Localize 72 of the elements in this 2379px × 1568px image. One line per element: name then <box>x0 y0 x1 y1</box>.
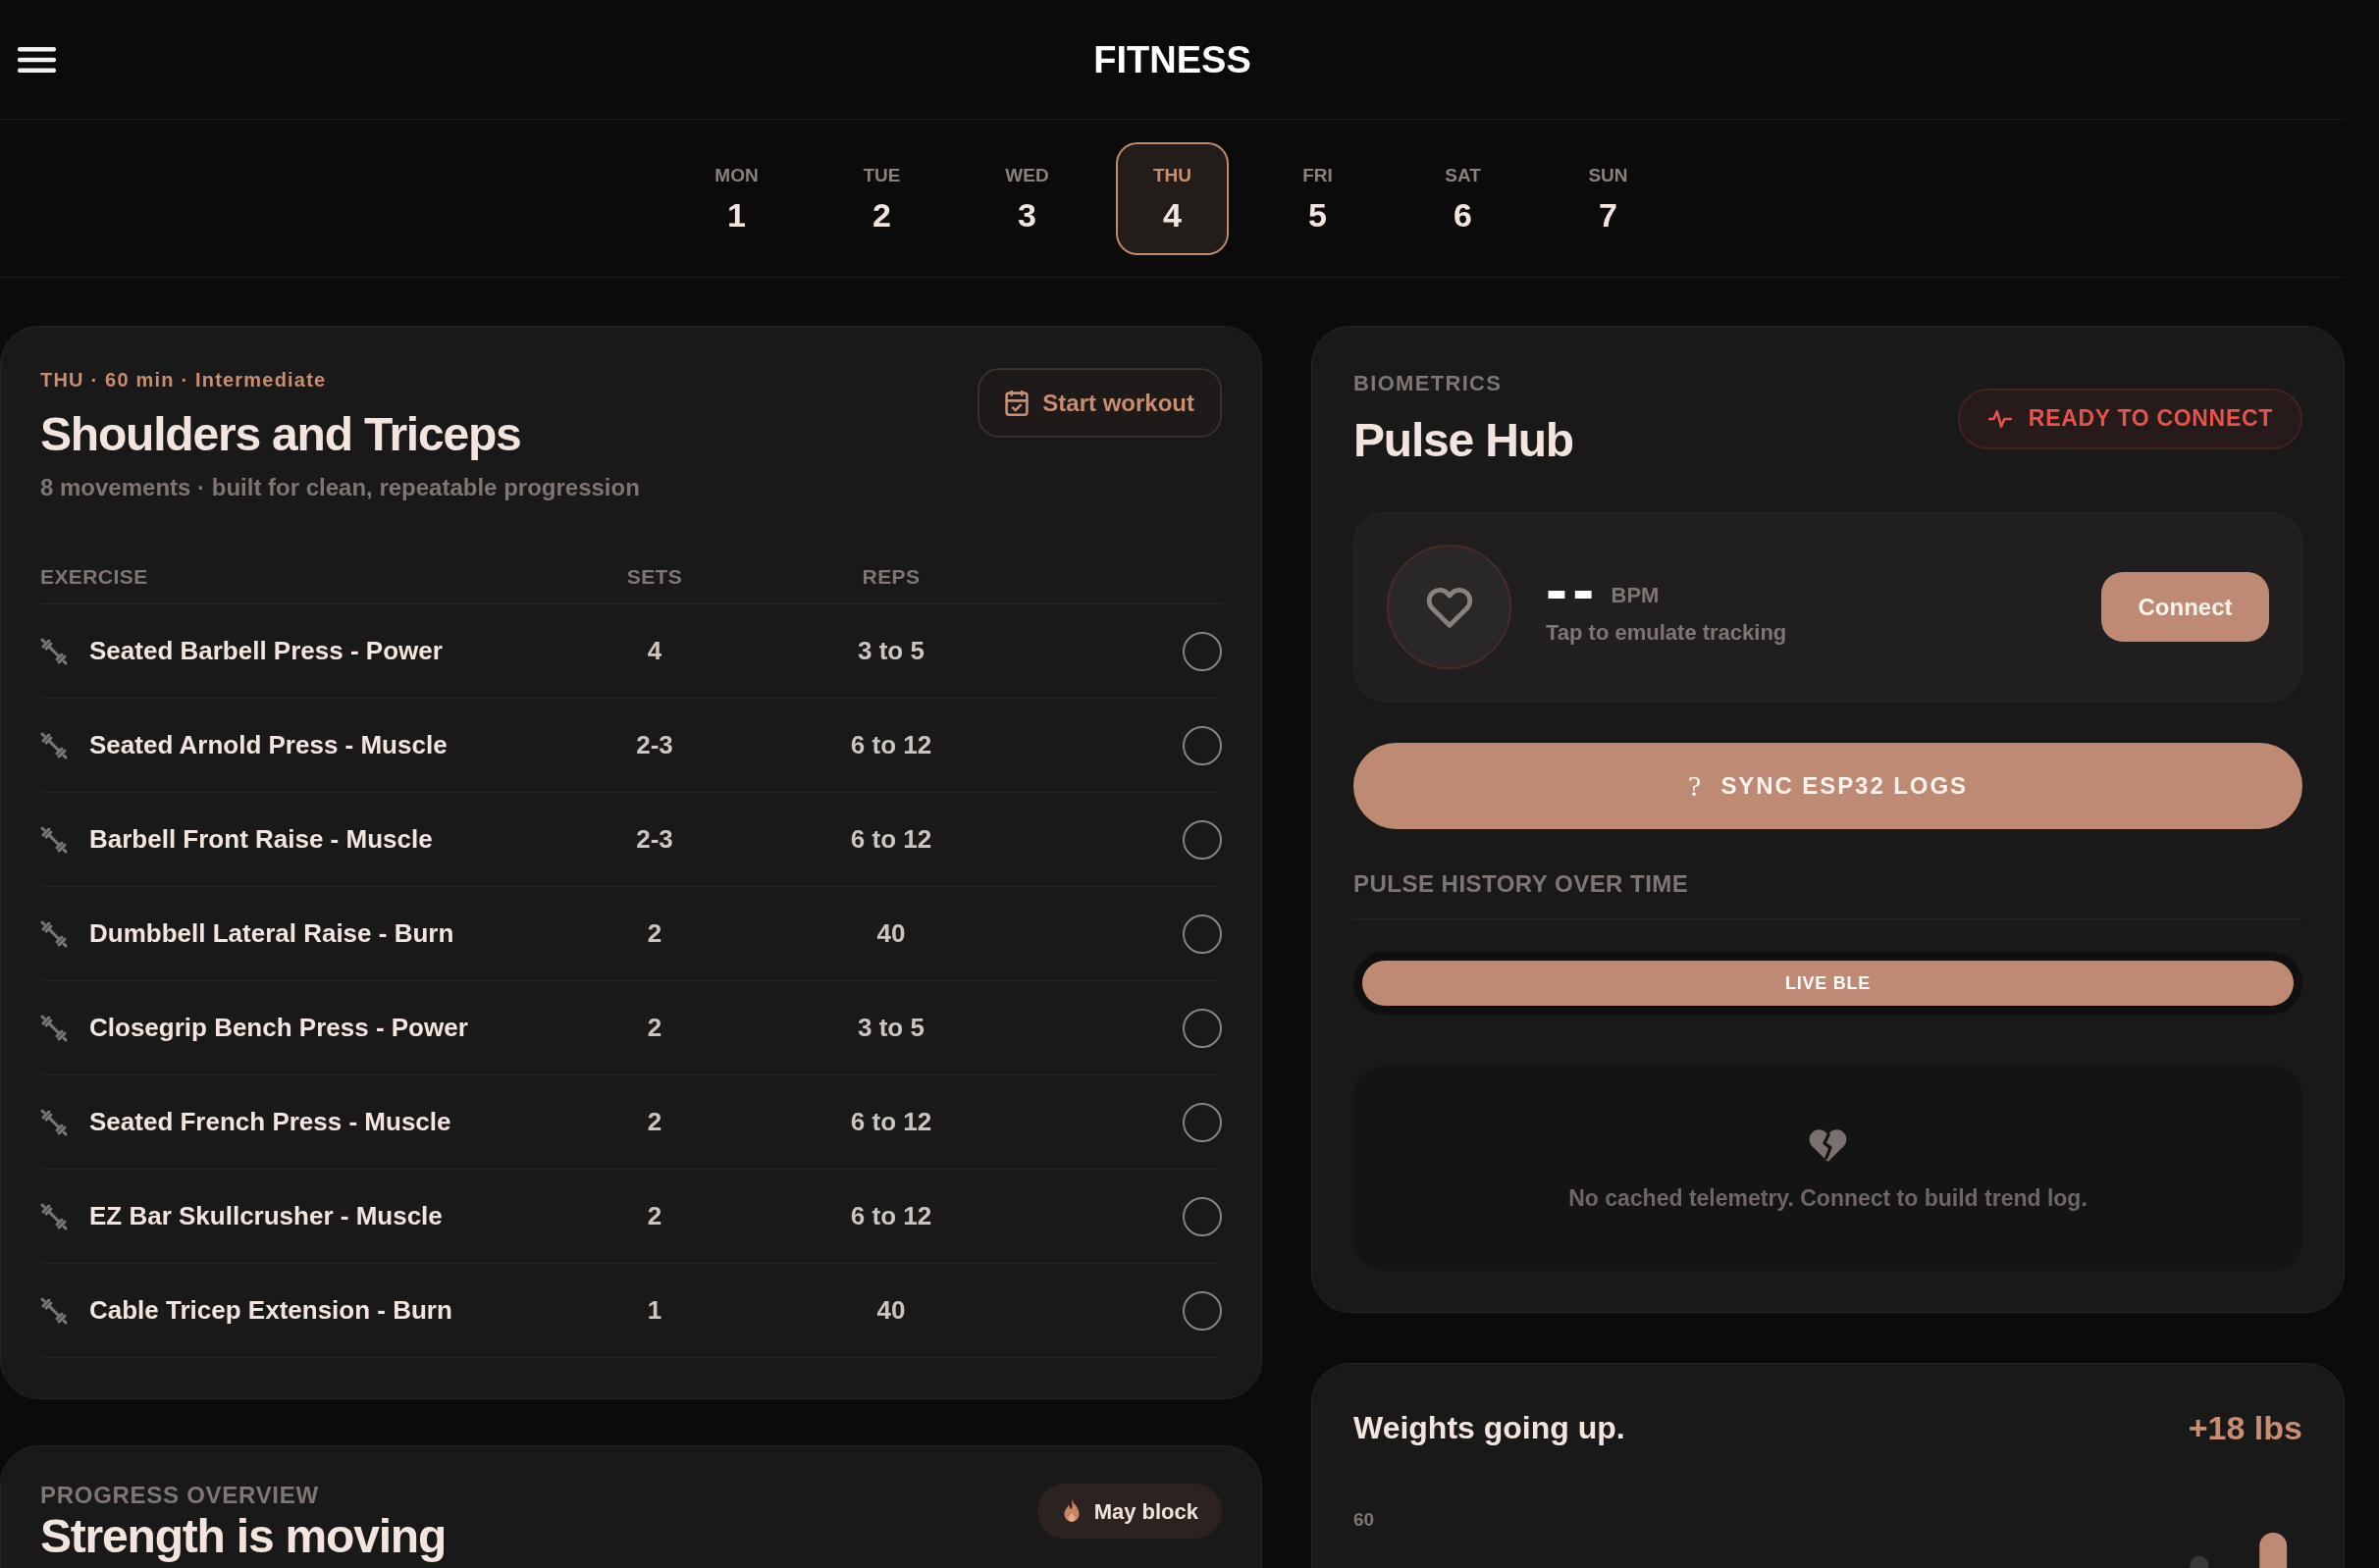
sets-cell-text: 2 <box>647 1012 662 1044</box>
exercise-name: Dumbbell Lateral Raise - Burn <box>89 917 454 950</box>
progress-title: Strength is moving <box>40 1513 447 1560</box>
sets-cell-text: 2-3 <box>636 729 673 761</box>
done-checkbox[interactable] <box>1183 1102 1222 1142</box>
empty-state-message: No cached telemetry. Connect to build trend log. <box>1568 1183 2088 1213</box>
section-eyebrow: PROGRESS OVERVIEW <box>40 1481 319 1510</box>
done-checkbox[interactable] <box>1183 631 1222 671</box>
calendar-check-icon <box>1005 390 1030 416</box>
day-tab[interactable]: WED 3 <box>1005 164 1049 233</box>
sets-cell-text: 2 <box>647 1200 662 1232</box>
done-checkbox[interactable] <box>1183 725 1222 765</box>
reps-cell-text: 6 to 12 <box>850 823 932 856</box>
dumbbell-icon <box>40 1296 68 1325</box>
sets-cell-text: 2 <box>647 1106 662 1138</box>
day-tab[interactable]: SUN 7 <box>1588 164 1628 233</box>
app-title: FITNESS <box>1093 37 1251 81</box>
column-header: REPS <box>862 564 921 591</box>
tracking-hint: Tap to emulate tracking <box>1546 618 1787 647</box>
dumbbell-icon <box>40 731 68 759</box>
bpm-unit: BPM <box>1611 581 1660 609</box>
dumbbell-icon <box>40 825 68 854</box>
column-header: SETS <box>626 564 683 591</box>
reps-cell-text: 6 to 12 <box>850 729 932 761</box>
dumbbell-icon <box>40 919 68 948</box>
sets-cell-text: 2-3 <box>636 823 673 856</box>
exercise-name: Seated French Press - Muscle <box>89 1106 451 1138</box>
exercise-name: Seated Arnold Press - Muscle <box>89 729 448 761</box>
card-title: Pulse Hub <box>1353 413 1573 468</box>
dumbbell-icon <box>40 637 68 665</box>
dumbbell-icon <box>40 1108 68 1136</box>
workout-meta: THU · 60 min · Intermediate <box>40 368 327 392</box>
sets-cell-text: 1 <box>647 1294 662 1327</box>
workout-description: 8 movements · built for clean, repeatable progression <box>40 473 640 502</box>
reps-cell-text: 6 to 12 <box>850 1200 932 1232</box>
dumbbell-icon <box>40 1202 68 1230</box>
day-tab[interactable]: SAT 6 <box>1445 164 1481 233</box>
reps-cell-text: 40 <box>876 917 906 950</box>
card-title: Weights going up. <box>1353 1409 1625 1447</box>
workout-title: Shoulders and Triceps <box>40 407 521 462</box>
axis-label: 60 <box>1353 1508 1375 1532</box>
reps-cell-text: 3 to 5 <box>858 635 925 667</box>
day-tab[interactable]: THU 4 <box>1116 141 1229 255</box>
start-workout-button[interactable]: Start workout <box>978 368 1222 438</box>
column-header: EXERCISE <box>40 564 148 591</box>
done-checkbox[interactable] <box>1183 1196 1222 1236</box>
day-tab[interactable]: MON 1 <box>714 164 759 233</box>
reps-cell-text: 3 to 5 <box>858 1012 925 1044</box>
day-tab[interactable]: FRI 5 <box>1302 164 1333 233</box>
dumbbell-icon <box>40 1014 68 1042</box>
reps-cell-text: 6 to 12 <box>850 1106 932 1138</box>
section-eyebrow: BIOMETRICS <box>1353 370 1503 397</box>
section-heading: PULSE HISTORY OVER TIME <box>1353 869 1690 899</box>
question-mark-icon: ? <box>1688 769 1702 803</box>
exercise-name: Barbell Front Raise - Muscle <box>89 823 433 856</box>
day-tab[interactable]: TUE 2 <box>863 164 901 233</box>
done-checkbox[interactable] <box>1183 914 1222 954</box>
done-checkbox[interactable] <box>1183 1290 1222 1331</box>
exercise-name: Cable Tricep Extension - Burn <box>89 1294 452 1327</box>
sets-cell-text: 4 <box>647 635 662 667</box>
sets-cell-text: 2 <box>647 917 662 950</box>
weight-delta: +18 lbs <box>2188 1408 2302 1447</box>
done-checkbox[interactable] <box>1183 1008 1222 1048</box>
badge-label: May block <box>1093 1497 1198 1526</box>
reps-cell-text: 40 <box>876 1294 906 1327</box>
done-checkbox[interactable] <box>1183 819 1222 860</box>
exercise-name: EZ Bar Skullcrusher - Muscle <box>89 1200 443 1232</box>
menu-icon[interactable] <box>18 46 56 73</box>
exercise-name: Closegrip Bench Press - Power <box>89 1012 468 1044</box>
bpm-value: -- <box>1546 568 1600 608</box>
status-label: READY TO CONNECT <box>2028 404 2273 434</box>
exercise-name: Seated Barbell Press - Power <box>89 635 443 667</box>
